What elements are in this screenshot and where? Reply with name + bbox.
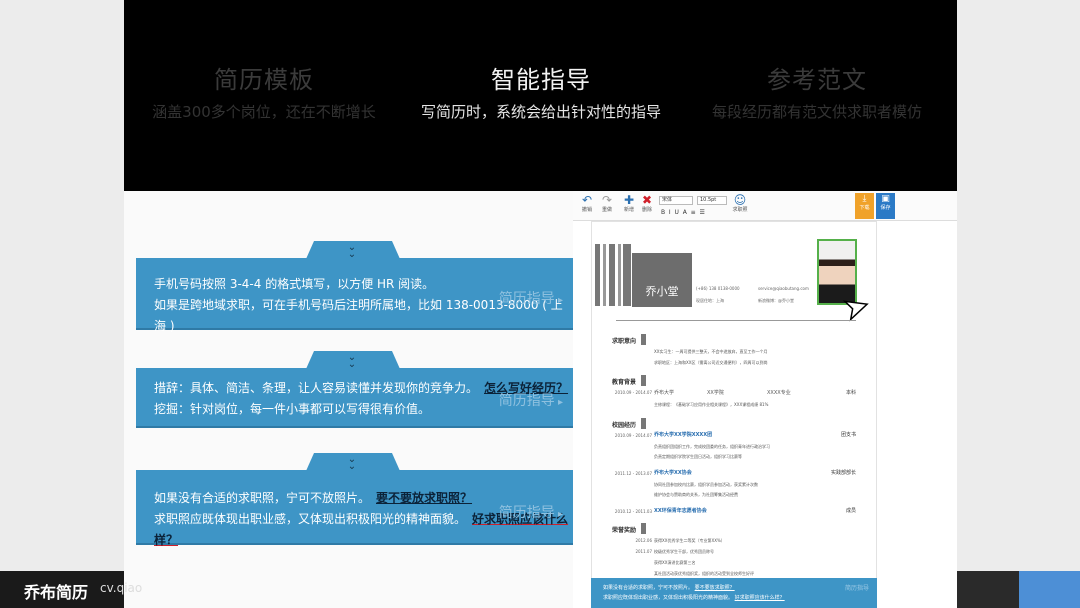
divider xyxy=(616,320,856,321)
resume-line[interactable]: 协同社团参加校内比赛，组织学员参加活动，获奖累计次数 xyxy=(654,482,758,488)
feature-subtitle: 每段经历都有范文供求职者模仿 xyxy=(711,103,922,121)
section-awards[interactable]: 荣誉奖励 xyxy=(598,525,636,534)
feature-subtitle: 写简历时，系统会给出针对性的指导 xyxy=(420,103,661,121)
user-icon: ☺ xyxy=(733,193,747,207)
undo-icon: ↶ xyxy=(581,193,593,207)
plus-icon: ✚ xyxy=(623,193,635,207)
tip-box-experience: ⌄ ⌄ 措辞：具体、简洁、条理，让人容易读懂并发现你的竞争力。 怎么写好经历？ 挖掘… xyxy=(136,351,573,428)
resume-date: 2011.12 - 2013.07 xyxy=(614,471,652,476)
resume-editor-preview: ↶ 撤销 ↷ 重做 ✚ 新增 ✖ 删除 宋体 10.5pt B I U A ≡ ☰ ☺ 求… xyxy=(573,191,957,608)
resume-weibo[interactable]: 新浪微博：@乔小堂 xyxy=(758,298,794,304)
need-photo-link[interactable]: 要不要放求职照？ xyxy=(376,491,472,505)
double-chevron-down-icon[interactable]: ⌄ ⌄ xyxy=(341,353,363,370)
download-button[interactable]: ⤓ 下载 xyxy=(855,193,874,219)
section-marker xyxy=(641,334,646,345)
resume-guide-link[interactable]: 简历指导 xyxy=(845,584,869,594)
section-marker xyxy=(641,523,646,534)
feature-subtitle: 涵盖300多个岗位，还在不断增长 xyxy=(152,103,376,121)
resume-date: 2010.09 - 2014.07 xyxy=(614,390,652,395)
tip-line: 如果没有合适的求职照，宁可不放照片。 xyxy=(603,585,694,591)
double-chevron-down-icon[interactable]: ⌄ ⌄ xyxy=(341,455,363,472)
resume-guide-link[interactable]: 简历指导 xyxy=(499,390,563,410)
resume-role[interactable]: 实践部部长 xyxy=(831,469,856,476)
resume-line[interactable]: 主修课程：《基础学习应用作业相关课程》，XXX课程成绩 81% xyxy=(654,402,768,408)
resume-role[interactable]: 成员 xyxy=(846,507,856,514)
tip-box-photo: ⌄ ⌄ 如果没有合适的求职照，宁可不放照片。 要不要放求职照？ 求职照应既体现出职业… xyxy=(136,453,573,547)
resume-org[interactable]: XX环保青年志愿者协会 xyxy=(654,507,707,514)
need-photo-link[interactable]: 要不要放求职照？ xyxy=(695,585,735,591)
resume-guide-link[interactable]: 简历指导 xyxy=(499,502,563,522)
editor-inline-tip: 如果没有合适的求职照，宁可不放照片。 要不要放求职照？ 求职照应既体现出职业感，… xyxy=(591,578,877,608)
resume-phone[interactable]: (+86) 138 0138-0000 xyxy=(696,286,740,291)
resume-line[interactable]: XX实习生：一周可提供三整天，不会中途放弃，直至工作一个月 xyxy=(654,349,767,355)
resume-date: 2010.12 - 2011.03 xyxy=(614,509,652,514)
feature-title: 智能指导 xyxy=(491,66,591,94)
font-family-select[interactable]: 宋体 xyxy=(659,196,693,205)
feature-reference-samples[interactable]: 参考范文 每段经历都有范文供求职者模仿 xyxy=(677,60,957,122)
mouse-cursor-icon: ➤ xyxy=(838,286,874,329)
footer-strip xyxy=(957,571,1019,608)
brand-logo[interactable]: 乔布简历 xyxy=(24,579,88,603)
resume-org[interactable]: 乔布大学XX协会 xyxy=(654,469,692,476)
resume-line[interactable]: 求职地区：上海和XX区（需离公司近交通便利），四周可以到岗 xyxy=(654,360,767,366)
avatar-button[interactable]: ☺ 求职照 xyxy=(729,193,751,213)
resume-paper: 乔小堂 (+86) 138 0138-0000 service@qiaobuta… xyxy=(591,221,877,608)
save-button[interactable]: ▣ 保存 xyxy=(876,193,895,219)
section-marker xyxy=(641,418,646,429)
tip-line: 求职照应既体现出职业感，又体现出积极阳光的精神面貌。 xyxy=(154,512,467,526)
feature-smart-guide[interactable]: 智能指导 写简历时，系统会给出针对性的指导 xyxy=(401,60,681,122)
text-format-buttons[interactable]: B I U A ≡ ☰ xyxy=(661,209,705,216)
resume-name[interactable]: 乔小堂 xyxy=(632,253,692,307)
resume-email[interactable]: service@qiaobutang.com xyxy=(758,286,809,291)
redo-icon: ↷ xyxy=(601,193,613,207)
section-marker xyxy=(641,375,646,386)
undo-button[interactable]: ↶ 撤销 xyxy=(576,193,598,213)
section-intent[interactable]: 求职意向 xyxy=(598,336,636,345)
resume-line[interactable]: 维护协会与赞助商的关系，为社团筹集活动经费 xyxy=(654,492,738,498)
resume-date: 2011.07 xyxy=(635,549,652,554)
resume-line[interactable]: 某社团活动获优秀组织奖，组织的活动受到全校师生好评 xyxy=(654,571,754,577)
footer-accent xyxy=(1019,571,1080,608)
site-url[interactable]: cv.qiao xyxy=(100,581,142,595)
resume-org[interactable]: 乔布大学XX学院XXXX团 xyxy=(654,431,712,438)
footer-bar: 乔布简历 cv.qiao xyxy=(0,571,142,608)
redo-button[interactable]: ↷ 重做 xyxy=(596,193,618,213)
resume-line[interactable]: XXXX专业 xyxy=(767,389,791,396)
resume-date: 2012.06 xyxy=(635,538,652,543)
download-icon: ⤓ xyxy=(862,194,867,204)
resume-line[interactable]: XX学院 xyxy=(707,389,724,396)
feature-templates[interactable]: 简历模板 涵盖300多个岗位，还在不断增长 xyxy=(124,60,404,122)
resume-line[interactable]: 获得XX演讲比赛第三名 xyxy=(654,560,695,566)
section-campus[interactable]: 校园经历 xyxy=(598,420,636,429)
font-size-select[interactable]: 10.5pt xyxy=(697,196,727,205)
resume-line[interactable]: 获得XX优秀学生二等奖（专业第XX%） xyxy=(654,538,725,544)
feature-title: 简历模板 xyxy=(214,66,314,94)
good-photo-link[interactable]: 好求职照应该什么样？ xyxy=(735,595,785,601)
feature-title: 参考范文 xyxy=(767,66,867,94)
resume-line[interactable]: 负责定期组织学院学生团日活动，组织学习比赛等 xyxy=(654,454,742,460)
tip-line: 如果没有合适的求职照，宁可不放照片。 xyxy=(154,491,371,505)
delete-button[interactable]: ✖ 删除 xyxy=(636,193,658,213)
resume-date: 2010.09 - 2014.07 xyxy=(614,433,652,438)
editor-toolbar: ↶ 撤销 ↷ 重做 ✚ 新增 ✖ 删除 宋体 10.5pt B I U A ≡ ☰ ☺ 求… xyxy=(573,191,957,221)
resume-line[interactable]: 负责组织团组织工作，完成校团委的任务，组织青年进行政治学习 xyxy=(654,444,770,450)
resume-role[interactable]: 团支书 xyxy=(841,431,856,438)
tip-line: 求职照应既体现出职业感，又体现出积极阳光的精神面貌。 xyxy=(603,595,734,601)
delete-x-icon: ✖ xyxy=(641,193,653,207)
section-education[interactable]: 教育背景 xyxy=(598,377,636,386)
resume-guide-link[interactable]: 简历指导 xyxy=(499,288,563,308)
tip-line: 措辞：具体、简洁、条理，让人容易读懂并发现你的竞争力。 xyxy=(154,381,479,395)
tip-box-phone: ⌄ ⌄ 手机号码按照 3-4-4 的格式填写，以方便 HR 阅读。 如果是跨地域求… xyxy=(136,241,573,333)
resume-degree[interactable]: 本科 xyxy=(846,389,856,396)
resume-line[interactable]: 乔布大学 xyxy=(654,389,674,396)
feature-banner: 简历模板 涵盖300多个岗位，还在不断增长 智能指导 写简历时，系统会给出针对性… xyxy=(124,0,957,191)
double-chevron-down-icon[interactable]: ⌄ ⌄ xyxy=(341,243,363,260)
save-icon: ▣ xyxy=(881,194,890,204)
resume-line[interactable]: 校级优秀学生干部，优秀团员称号 xyxy=(654,549,714,555)
resume-location[interactable]: 现居住地：上海 xyxy=(696,298,724,304)
